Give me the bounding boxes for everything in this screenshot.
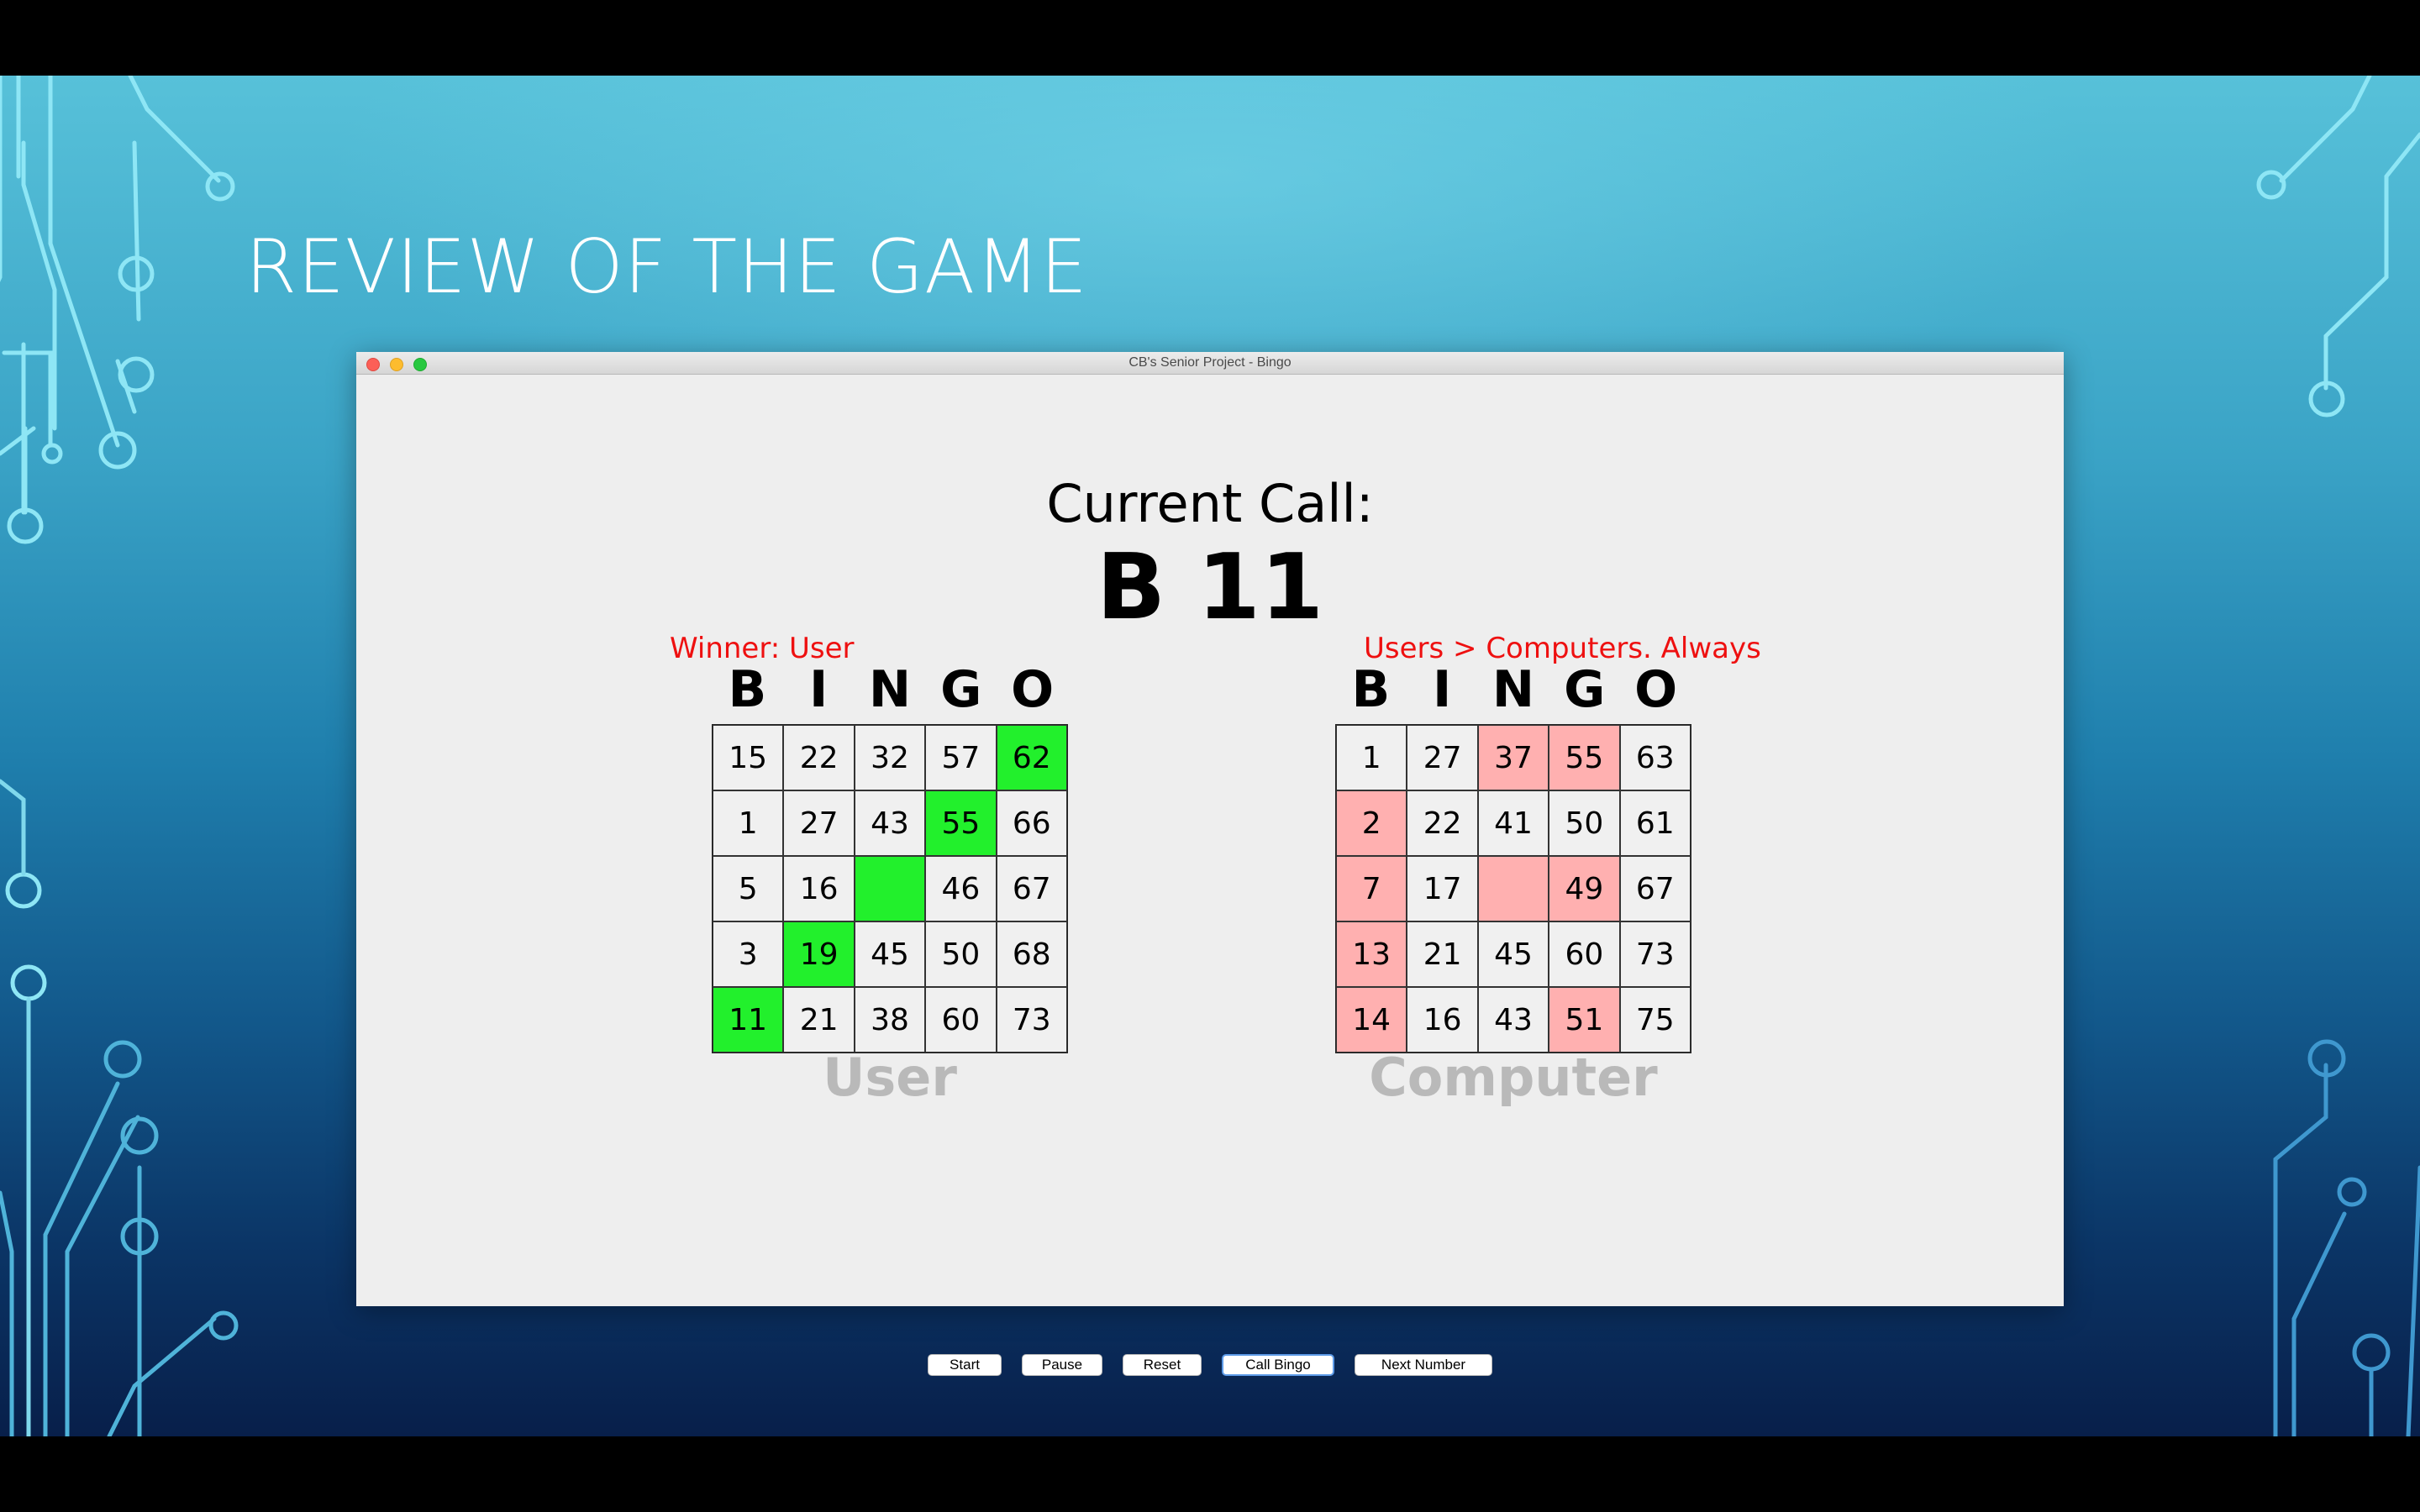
bingo-cell[interactable]: 45: [854, 921, 926, 987]
bingo-cell: 22: [1407, 790, 1478, 856]
bingo-cell[interactable]: 66: [996, 790, 1067, 856]
bingo-cell: 45: [1477, 921, 1549, 987]
user-status-message: Winner: User: [670, 632, 855, 665]
bingo-cell[interactable]: 11: [713, 987, 784, 1053]
bingo-cell[interactable]: 73: [996, 987, 1067, 1053]
control-bar: Start Pause Reset Call Bingo Next Number: [356, 1354, 2064, 1378]
bingo-cell[interactable]: 27: [783, 790, 855, 856]
bingo-cell: 67: [1619, 856, 1691, 921]
bingo-cell[interactable]: 55: [925, 790, 997, 856]
bingo-cell: 21: [1407, 921, 1478, 987]
bingo-cell[interactable]: 32: [854, 725, 926, 790]
bingo-cell: 41: [1477, 790, 1549, 856]
window-title: CB's Senior Project - Bingo: [1128, 355, 1292, 370]
computer-header-letter: N: [1491, 660, 1535, 719]
bingo-cell: 51: [1549, 987, 1620, 1053]
bingo-cell: 13: [1336, 921, 1407, 987]
bingo-cell: 50: [1549, 790, 1620, 856]
bingo-cell[interactable]: 62: [996, 725, 1067, 790]
next-number-button[interactable]: Next Number: [1355, 1354, 1492, 1376]
slide: REVIEW OF THE GAME CB's Senior Project -…: [0, 76, 2420, 1436]
free-space-cell[interactable]: [854, 856, 926, 921]
bingo-cell: 60: [1549, 921, 1620, 987]
start-button[interactable]: Start: [928, 1354, 1002, 1376]
bingo-cell: 14: [1336, 987, 1407, 1053]
current-call-value: B 11: [1096, 535, 1324, 640]
bingo-cell: 63: [1619, 725, 1691, 790]
user-header-letter: N: [868, 660, 912, 719]
current-call-label: Current Call:: [1046, 473, 1374, 534]
free-space-cell: [1477, 856, 1549, 921]
user-header-letter: I: [809, 660, 829, 719]
bingo-cell: 43: [1477, 987, 1549, 1053]
user-header-letter: O: [1011, 660, 1055, 719]
computer-bingo-header: B I N G O: [1335, 664, 1691, 723]
computer-header-letter: I: [1433, 660, 1452, 719]
user-header-letter: B: [728, 660, 767, 719]
computer-header-letter: O: [1634, 660, 1678, 719]
bingo-cell[interactable]: 3: [713, 921, 784, 987]
bingo-cell: 27: [1407, 725, 1478, 790]
reset-button[interactable]: Reset: [1123, 1354, 1202, 1376]
user-header-letter: G: [940, 660, 982, 719]
computer-board-label: Computer: [1369, 1047, 1658, 1108]
bingo-cell: 55: [1549, 725, 1620, 790]
bingo-cell: 75: [1619, 987, 1691, 1053]
bingo-cell[interactable]: 5: [713, 856, 784, 921]
bingo-cell[interactable]: 43: [854, 790, 926, 856]
computer-header-letter: B: [1351, 660, 1391, 719]
bingo-cell: 49: [1549, 856, 1620, 921]
user-board-label: User: [823, 1047, 957, 1108]
bingo-cell: 61: [1619, 790, 1691, 856]
bingo-cell: 7: [1336, 856, 1407, 921]
computer-header-letter: G: [1564, 660, 1606, 719]
app-window: CB's Senior Project - Bingo Current Call…: [356, 352, 2064, 1376]
bingo-cell[interactable]: 16: [783, 856, 855, 921]
user-bingo-card: 15 22 32 57 62 1 27 43 55 66 5 16 46 67 3 19 45 50 68 11 21 3…: [712, 724, 1068, 1053]
bingo-cell[interactable]: 15: [713, 725, 784, 790]
slide-title: REVIEW OF THE GAME: [245, 223, 1088, 310]
bingo-cell: 37: [1477, 725, 1549, 790]
bingo-cell[interactable]: 21: [783, 987, 855, 1053]
bingo-cell[interactable]: 19: [783, 921, 855, 987]
computer-bingo-card: 1 27 37 55 63 2 22 41 50 61 7 17 49 67 13 21 45 60 73 14 16 4…: [1335, 724, 1691, 1053]
bingo-cell[interactable]: 68: [996, 921, 1067, 987]
bingo-cell[interactable]: 1: [713, 790, 784, 856]
user-bingo-header: B I N G O: [712, 664, 1068, 723]
bingo-cell[interactable]: 50: [925, 921, 997, 987]
window-titlebar[interactable]: CB's Senior Project - Bingo: [356, 352, 2064, 375]
bingo-cell: 16: [1407, 987, 1478, 1053]
bingo-cell[interactable]: 46: [925, 856, 997, 921]
bingo-cell[interactable]: 57: [925, 725, 997, 790]
bingo-cell: 2: [1336, 790, 1407, 856]
bingo-cell[interactable]: 60: [925, 987, 997, 1053]
bingo-cell[interactable]: 67: [996, 856, 1067, 921]
bingo-cell[interactable]: 22: [783, 725, 855, 790]
bingo-cell[interactable]: 38: [854, 987, 926, 1053]
bingo-cell: 17: [1407, 856, 1478, 921]
call-bingo-button[interactable]: Call Bingo: [1222, 1354, 1334, 1376]
pause-button[interactable]: Pause: [1022, 1354, 1102, 1376]
bingo-cell: 1: [1336, 725, 1407, 790]
bingo-cell: 73: [1619, 921, 1691, 987]
computer-status-message: Users > Computers. Always: [1364, 632, 1761, 665]
